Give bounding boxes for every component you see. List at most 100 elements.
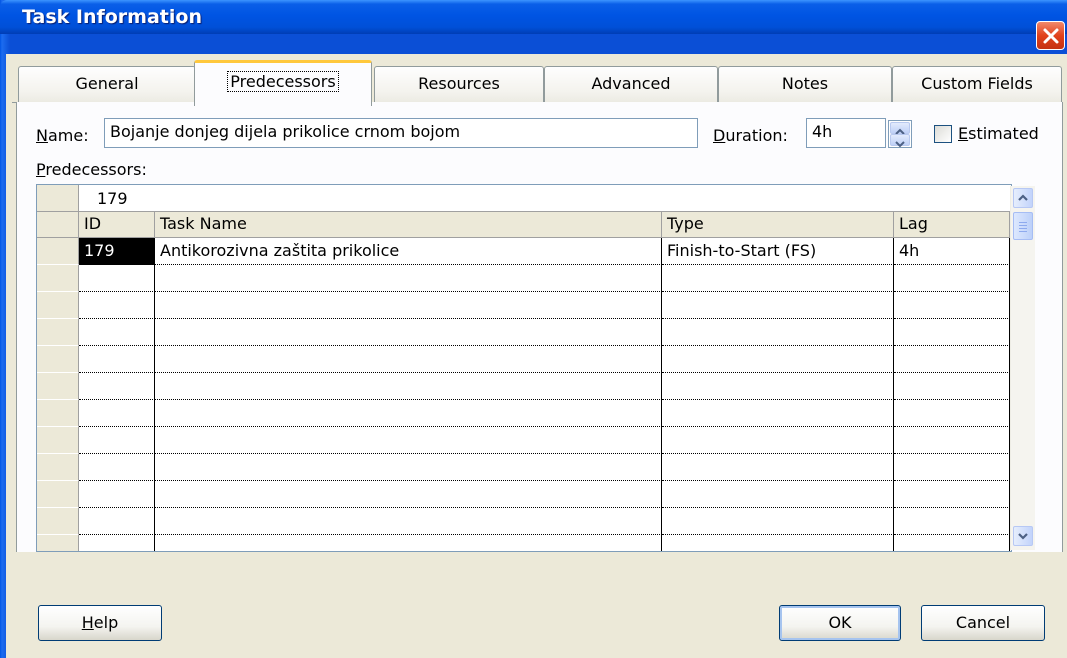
table-cell[interactable] [894, 427, 1010, 454]
table-cell[interactable] [662, 373, 894, 400]
table-cell[interactable] [894, 292, 1010, 319]
table-cell[interactable] [894, 481, 1010, 508]
row-header[interactable] [37, 454, 79, 481]
estimated-checkbox[interactable] [934, 125, 952, 143]
predecessors-table: 179 ID Task Name Type Lag 179 Antikorozi… [36, 184, 1012, 552]
scroll-down-button[interactable] [1013, 526, 1033, 546]
spin-down-button[interactable] [890, 134, 910, 148]
row-header[interactable] [37, 292, 79, 319]
table-cell-type[interactable]: Finish-to-Start (FS) [662, 238, 894, 265]
table-cell[interactable] [79, 481, 155, 508]
table-cell[interactable] [79, 400, 155, 427]
tab-advanced[interactable]: Advanced [544, 66, 718, 102]
table-cell[interactable] [155, 427, 662, 454]
duration-field[interactable]: 4h [806, 118, 886, 148]
table-cell[interactable] [662, 400, 894, 427]
row-header[interactable] [37, 265, 79, 292]
table-cell[interactable] [894, 535, 1010, 551]
vertical-scrollbar[interactable] [1010, 186, 1035, 550]
row-header[interactable] [37, 427, 79, 454]
table-cell[interactable] [662, 454, 894, 481]
table-cell[interactable] [894, 508, 1010, 535]
select-all-corner[interactable] [37, 212, 79, 238]
table-cell[interactable] [79, 292, 155, 319]
table-cell[interactable] [155, 346, 662, 373]
table-cell[interactable] [662, 265, 894, 292]
table-cell[interactable] [79, 346, 155, 373]
tab-predecessors[interactable]: Predecessors [194, 60, 372, 106]
table-cell[interactable] [155, 454, 662, 481]
table-cell[interactable] [155, 535, 662, 551]
table-cell[interactable] [155, 319, 662, 346]
table-cell-lag[interactable]: 4h [894, 238, 1010, 265]
name-label: Name: [36, 126, 89, 145]
table-cell[interactable] [79, 319, 155, 346]
table-cell[interactable] [155, 373, 662, 400]
help-button[interactable]: Help [38, 605, 162, 641]
cancel-button[interactable]: Cancel [921, 605, 1045, 641]
table-cell[interactable] [894, 373, 1010, 400]
table-cell[interactable] [662, 535, 894, 551]
table-cell[interactable] [894, 265, 1010, 292]
table-cell[interactable] [662, 346, 894, 373]
tab-strip: General Predecessors Resources Advanced … [6, 54, 1067, 106]
column-header-id[interactable]: ID [79, 212, 155, 238]
duration-spinner[interactable] [888, 120, 912, 148]
close-icon [1043, 28, 1059, 44]
ok-button[interactable]: OK [779, 605, 901, 641]
estimated-label: Estimated [958, 124, 1039, 143]
tab-general[interactable]: General [18, 66, 196, 102]
scroll-up-button[interactable] [1013, 188, 1033, 208]
table-cell[interactable] [662, 427, 894, 454]
entry-bar[interactable]: 179 [37, 185, 1011, 212]
table-cell[interactable] [894, 400, 1010, 427]
table-cell[interactable] [894, 319, 1010, 346]
spin-up-button[interactable] [890, 122, 910, 135]
row-header[interactable] [37, 481, 79, 508]
row-header[interactable] [37, 400, 79, 427]
table-cell[interactable] [155, 265, 662, 292]
column-header-type[interactable]: Type [662, 212, 894, 238]
table-cell-task-name[interactable]: Antikorozivna zaštita prikolice [155, 238, 662, 265]
table-cell[interactable] [894, 346, 1010, 373]
row-header[interactable] [37, 238, 79, 265]
name-field[interactable]: Bojanje donjeg dijela prikolice crnom bo… [104, 118, 698, 148]
table-cell[interactable] [79, 427, 155, 454]
tab-resources[interactable]: Resources [374, 66, 544, 102]
table-cell[interactable] [155, 508, 662, 535]
row-header[interactable] [37, 319, 79, 346]
row-header[interactable] [37, 535, 79, 551]
chevron-down-icon [1018, 533, 1028, 540]
tab-custom-fields[interactable]: Custom Fields [892, 66, 1062, 102]
table-cell[interactable] [79, 373, 155, 400]
window-title: Task Information [22, 6, 202, 28]
close-button[interactable] [1036, 21, 1065, 50]
help-button-label: elp [93, 613, 119, 632]
scroll-thumb[interactable] [1013, 212, 1033, 240]
table-cell[interactable] [155, 292, 662, 319]
row-header[interactable] [37, 346, 79, 373]
table-cell[interactable] [155, 400, 662, 427]
row-header[interactable] [37, 373, 79, 400]
entry-value: 179 [97, 189, 128, 208]
table-cell[interactable] [662, 508, 894, 535]
title-bar[interactable]: Task Information [0, 0, 1067, 34]
column-header-lag[interactable]: Lag [894, 212, 1010, 238]
table-cell[interactable] [155, 481, 662, 508]
table-cell[interactable] [662, 292, 894, 319]
table-cell[interactable] [662, 481, 894, 508]
predecessors-label: Predecessors: [36, 160, 147, 179]
task-information-window: Task Information General Predecessors Re… [0, 0, 1067, 658]
duration-label: Duration: [713, 126, 788, 145]
table-cell[interactable] [894, 454, 1010, 481]
table-cell[interactable] [79, 535, 155, 551]
table-cell[interactable] [79, 265, 155, 292]
tab-notes[interactable]: Notes [718, 66, 892, 102]
table-cell-id[interactable]: 179 [79, 238, 155, 265]
chevron-down-icon [895, 141, 905, 148]
table-cell[interactable] [662, 319, 894, 346]
column-header-task-name[interactable]: Task Name [155, 212, 662, 238]
table-cell[interactable] [79, 508, 155, 535]
row-header[interactable] [37, 508, 79, 535]
table-cell[interactable] [79, 454, 155, 481]
